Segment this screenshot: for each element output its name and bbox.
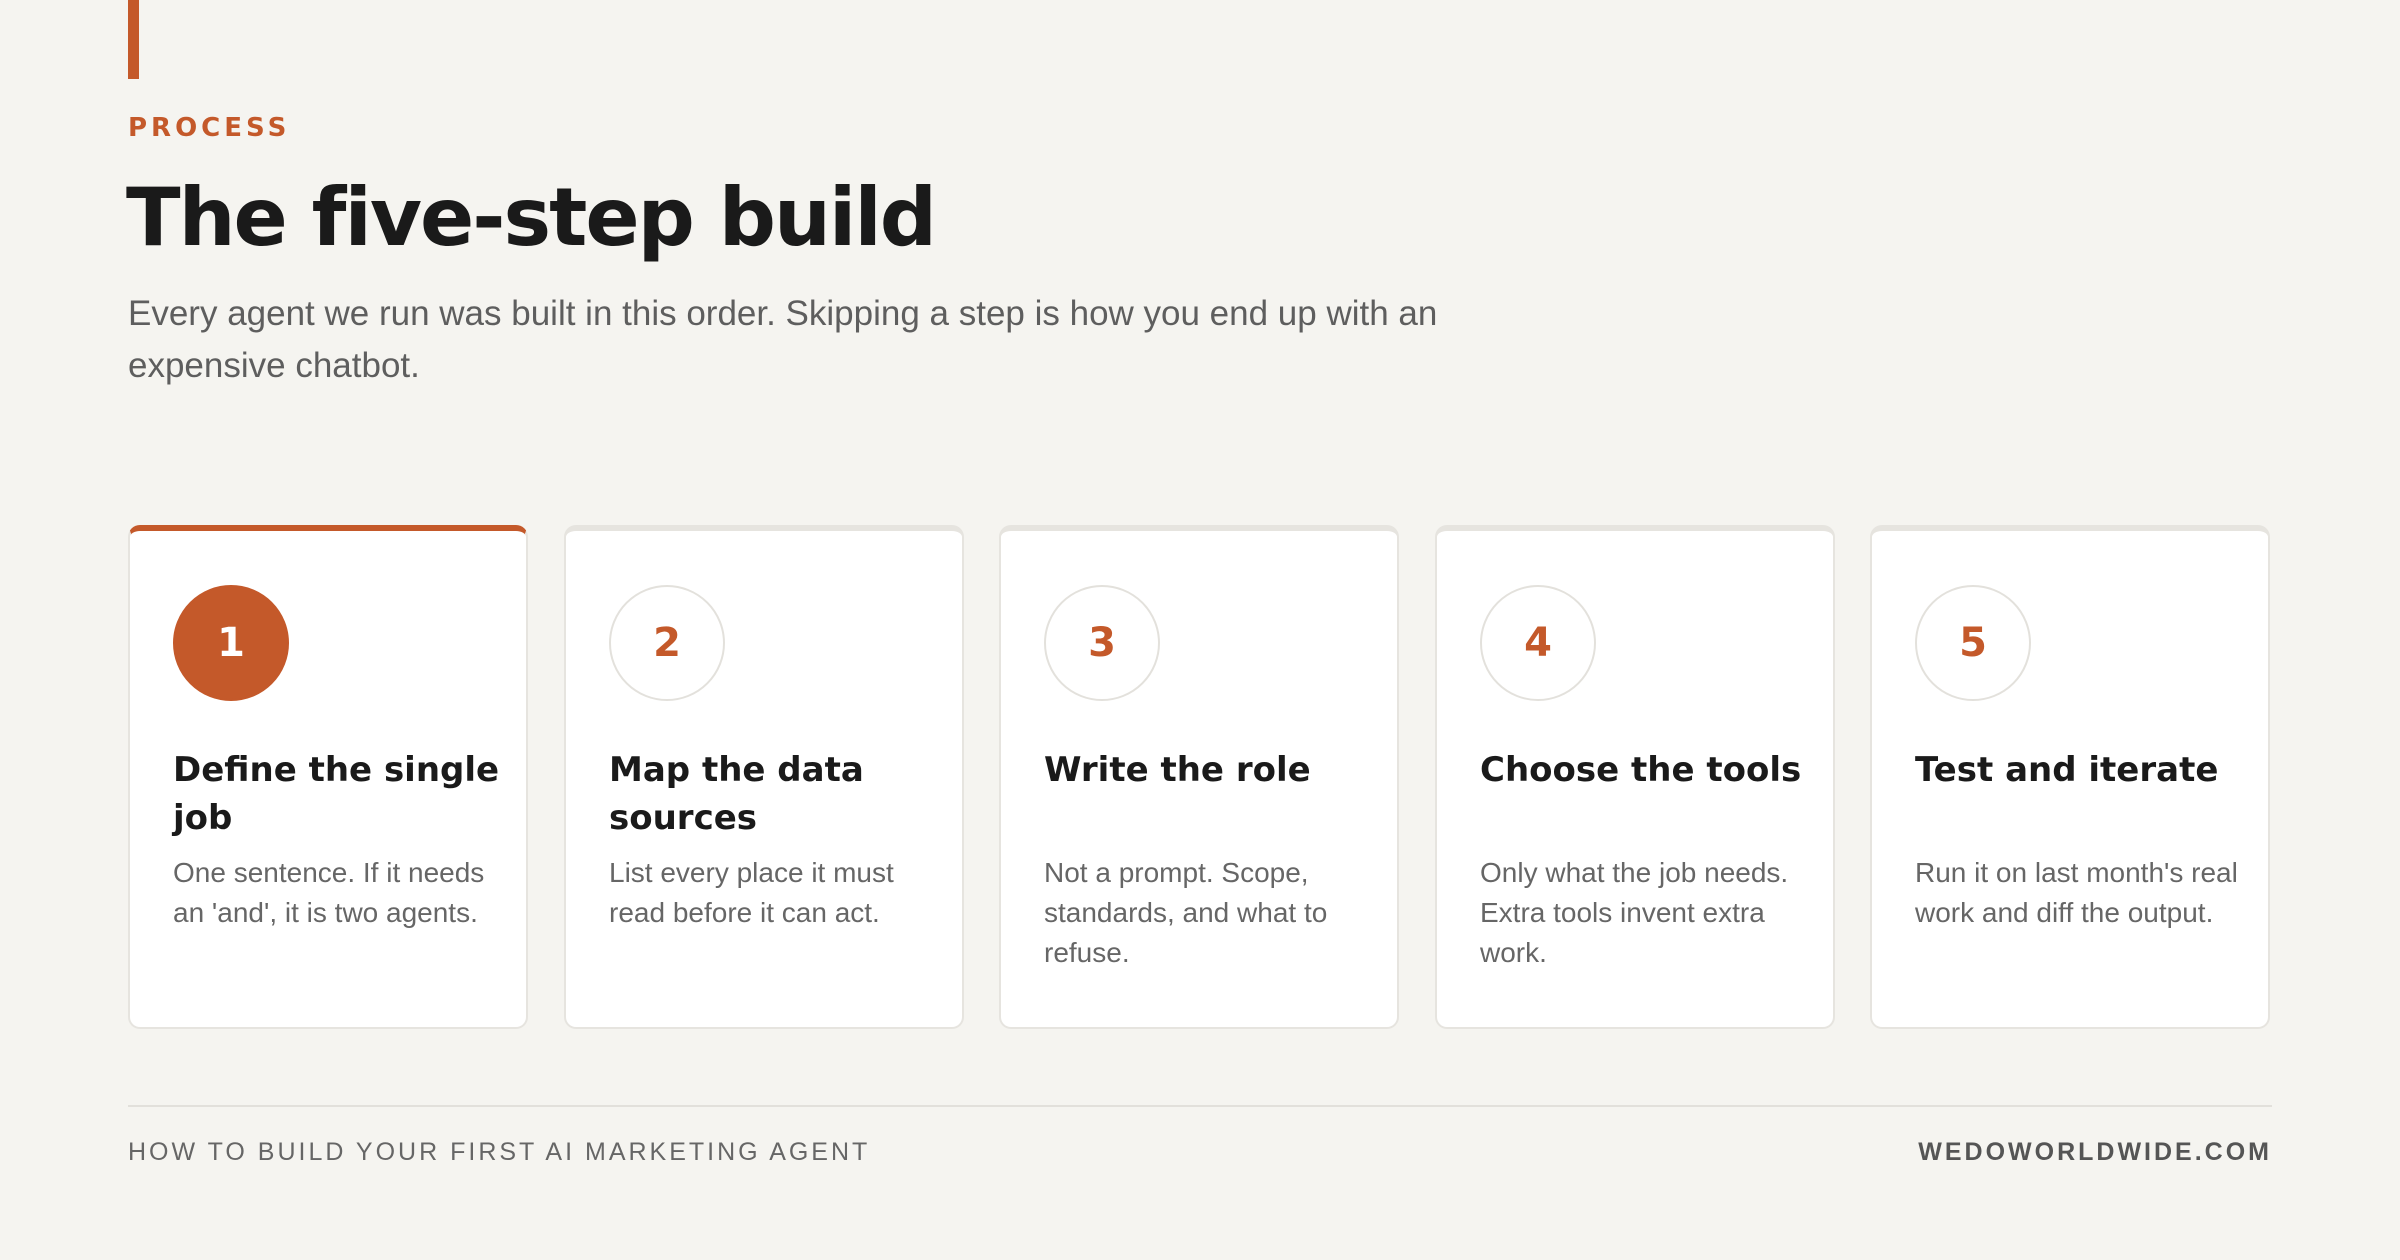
step-card-4: 4 Choose the tools Only what the job nee… (1435, 525, 1835, 1029)
step-number-badge: 5 (1915, 585, 2031, 701)
step-title: Define the single job (173, 750, 500, 838)
step-card-5: 5 Test and iterate Run it on last month'… (1870, 525, 2270, 1029)
footer-site-link[interactable]: WEDOWORLDWIDE.COM (1918, 1136, 2272, 1168)
accent-bar (128, 0, 139, 79)
step-description: Only what the job needs. Extra tools inv… (1480, 857, 1789, 968)
step-description: List every place it must read before it … (609, 857, 894, 928)
step-number-badge: 1 (173, 585, 289, 701)
page-title: The five-step build (126, 171, 937, 264)
footer-guide-title: HOW TO BUILD YOUR FIRST AI MARKETING AGE… (128, 1138, 871, 1166)
step-card-2: 2 Map the data sources List every place … (564, 525, 964, 1029)
footer-divider (128, 1105, 2272, 1107)
step-description: Run it on last month's real work and dif… (1915, 857, 2238, 928)
step-number-badge: 4 (1480, 585, 1596, 701)
step-description: One sentence. If it needs an 'and', it i… (173, 857, 485, 928)
step-description: Not a prompt. Scope, standards, and what… (1044, 857, 1328, 968)
step-card-1: 1 Define the single job One sentence. If… (128, 525, 528, 1029)
step-title: Map the data sources (609, 750, 864, 838)
step-title: Test and iterate (1915, 750, 2219, 790)
step-cards: 1 Define the single job One sentence. If… (128, 525, 2272, 1033)
step-title: Write the role (1044, 750, 1311, 790)
step-card-3: 3 Write the role Not a prompt. Scope, st… (999, 525, 1399, 1029)
section-eyebrow: PROCESS (128, 113, 291, 143)
step-number-badge: 3 (1044, 585, 1160, 701)
step-number-badge: 2 (609, 585, 725, 701)
page-subtitle: Every agent we run was built in this ord… (128, 294, 1438, 385)
step-title: Choose the tools (1480, 750, 1802, 790)
